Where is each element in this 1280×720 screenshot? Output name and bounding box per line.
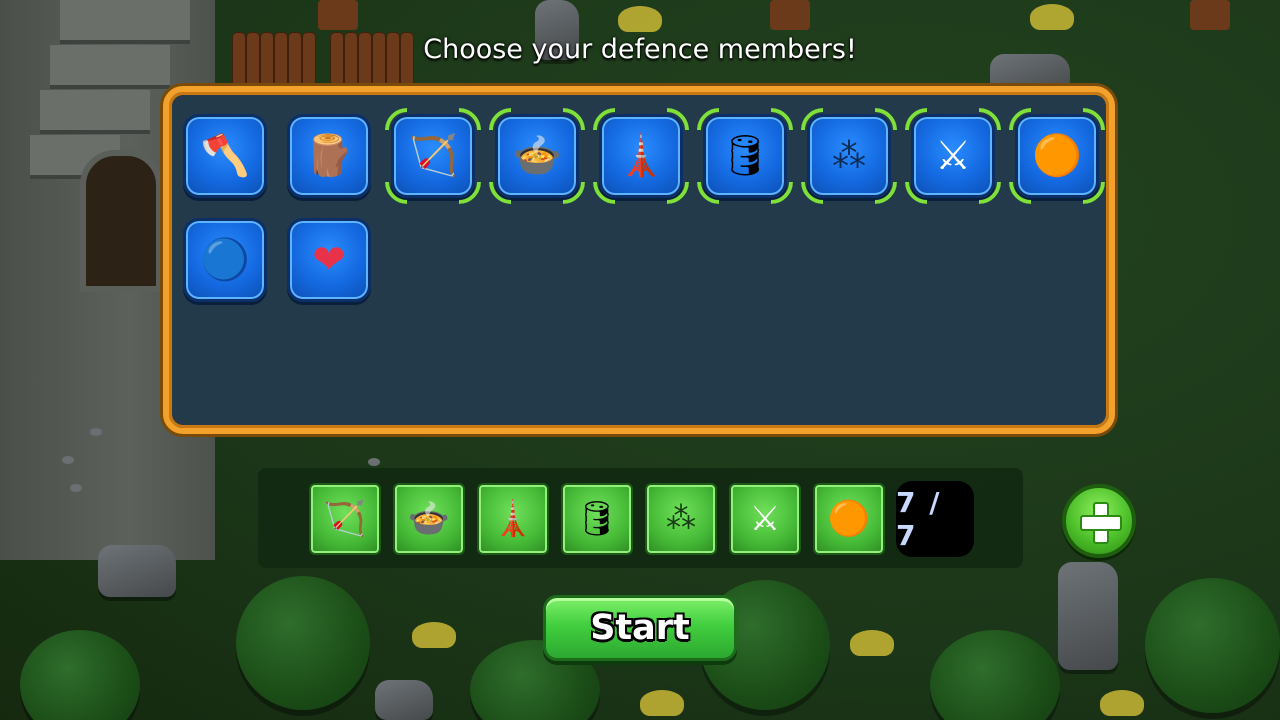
defender-roster-panel: 🪓 🪵 🏹 🍲 🗼 🛢 ⁂ ⚔ 🟠 🔵 ❤ (163, 86, 1115, 434)
roster-slot-blue-shield[interactable]: 🔵 (183, 218, 267, 302)
tree-stump (770, 0, 810, 30)
archer-icon: 🏹 (408, 133, 458, 179)
roster-slot-wooden-wall[interactable]: 🪵 (287, 114, 371, 198)
team-slot-chef[interactable]: 🍲 (393, 483, 465, 555)
barrel-bomb-icon: 🛢 (719, 133, 771, 179)
axe-warrior-icon: 🪓 (200, 133, 250, 179)
pebble (70, 484, 82, 492)
castle-gate (80, 150, 162, 292)
team-slot-powder-barrel[interactable]: 🛢 (561, 483, 633, 555)
heart-orb-icon: ❤ (312, 237, 346, 283)
copper-shield-icon: 🟠 (1032, 133, 1082, 179)
add-slot-button[interactable] (1062, 484, 1136, 558)
bush (618, 6, 662, 32)
roster-slot-stone-tower[interactable]: 🗼 (599, 114, 683, 198)
pebble (368, 458, 380, 466)
rock (375, 680, 433, 720)
team-slot-archer[interactable]: 🏹 (309, 483, 381, 555)
barrel-bomb-icon: 🛢 (575, 499, 619, 539)
caltrops-icon: ⁂ (666, 501, 696, 536)
roster-slot-copper-shield[interactable]: 🟠 (1015, 114, 1099, 198)
tree (1145, 578, 1280, 713)
stone-tower-icon: 🗼 (616, 133, 666, 179)
roster-slot-powder-barrel[interactable]: 🛢 (703, 114, 787, 198)
bush (412, 622, 456, 648)
caltrops-icon: ⁂ (832, 136, 866, 176)
tree-stump (318, 0, 358, 30)
pebble (62, 456, 74, 464)
rock (1058, 562, 1118, 670)
knight-icon: ⚔ (935, 133, 971, 179)
start-button[interactable]: Start (543, 595, 737, 661)
bush (640, 690, 684, 716)
chef-icon: 🍲 (512, 133, 562, 179)
bush (1100, 690, 1144, 716)
bush (1030, 4, 1074, 30)
rock (98, 545, 176, 597)
roster-slot-caltrops[interactable]: ⁂ (807, 114, 891, 198)
bush (850, 630, 894, 656)
roster-slot-axe-warrior[interactable]: 🪓 (183, 114, 267, 198)
roster-slot-archer[interactable]: 🏹 (391, 114, 475, 198)
copper-shield-icon: 🟠 (827, 499, 871, 539)
blue-shield-icon: 🔵 (200, 237, 250, 283)
team-slot-caltrops[interactable]: ⁂ (645, 483, 717, 555)
roster-slot-knight[interactable]: ⚔ (911, 114, 995, 198)
chef-icon: 🍲 (407, 499, 451, 539)
team-slot-copper-shield[interactable]: 🟠 (813, 483, 885, 555)
selected-team-tray: 🏹 🍲 🗼 🛢 ⁂ ⚔ 🟠 7 / 7 (258, 468, 1023, 568)
team-count-label: 7 / 7 (896, 481, 974, 557)
tree (236, 576, 370, 710)
pebble (90, 428, 102, 436)
archer-icon: 🏹 (323, 499, 367, 539)
roster-slot-chef[interactable]: 🍲 (495, 114, 579, 198)
tree-stump (1190, 0, 1230, 30)
knight-icon: ⚔ (749, 499, 781, 539)
wooden-wall-icon: 🪵 (304, 133, 354, 179)
screen-title: Choose your defence members! (423, 34, 857, 65)
team-slot-knight[interactable]: ⚔ (729, 483, 801, 555)
team-slot-stone-tower[interactable]: 🗼 (477, 483, 549, 555)
roster-slot-heart-orb[interactable]: ❤ (287, 218, 371, 302)
stone-tower-icon: 🗼 (491, 499, 535, 539)
